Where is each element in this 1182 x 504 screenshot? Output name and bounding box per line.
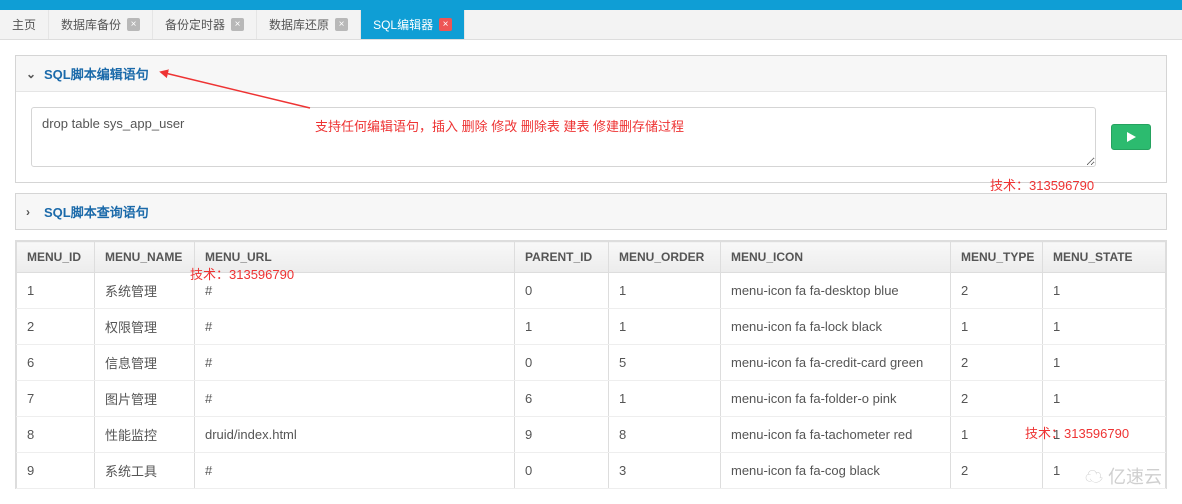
table-cell: # [195, 381, 515, 417]
close-icon[interactable]: × [231, 18, 244, 31]
column-header[interactable]: MENU_ICON [721, 242, 951, 273]
result-table: MENU_IDMENU_NAMEMENU_URLPARENT_IDMENU_OR… [16, 241, 1166, 489]
table-cell: menu-icon fa fa-tachometer red [721, 417, 951, 453]
top-accent-bar [0, 0, 1182, 10]
result-table-wrap: MENU_IDMENU_NAMEMENU_URLPARENT_IDMENU_OR… [15, 240, 1167, 489]
table-cell: 0 [515, 453, 609, 489]
table-row[interactable]: 9系统工具#03menu-icon fa fa-cog black21 [17, 453, 1166, 489]
table-cell: 1 [1043, 417, 1166, 453]
table-row[interactable]: 1系统管理#01menu-icon fa fa-desktop blue21 [17, 273, 1166, 309]
table-cell: 5 [609, 345, 721, 381]
table-cell: 8 [609, 417, 721, 453]
close-icon[interactable]: × [127, 18, 140, 31]
tab-4[interactable]: SQL编辑器 × [361, 10, 465, 39]
table-cell: 8 [17, 417, 95, 453]
table-cell: # [195, 273, 515, 309]
table-cell: 7 [17, 381, 95, 417]
table-cell: 1 [1043, 345, 1166, 381]
table-cell: 2 [951, 345, 1043, 381]
tab-label: 备份定时器 [165, 16, 225, 33]
table-row[interactable]: 2权限管理#11menu-icon fa fa-lock black11 [17, 309, 1166, 345]
table-cell: 0 [515, 273, 609, 309]
play-icon [1125, 131, 1137, 143]
sql-query-panel: › SQL脚本查询语句 [15, 193, 1167, 230]
table-cell: 6 [515, 381, 609, 417]
tab-3[interactable]: 数据库还原 × [257, 10, 361, 39]
table-cell: 权限管理 [95, 309, 195, 345]
table-cell: # [195, 345, 515, 381]
annotation-arrow [80, 63, 330, 123]
table-cell: 1 [951, 309, 1043, 345]
table-row[interactable]: 6信息管理#05menu-icon fa fa-credit-card gree… [17, 345, 1166, 381]
table-cell: 2 [951, 453, 1043, 489]
tab-1[interactable]: 数据库备份 × [49, 10, 153, 39]
table-cell: 1 [609, 273, 721, 309]
table-cell: # [195, 453, 515, 489]
watermark-logo: ☁ 亿速云 [1085, 463, 1162, 489]
table-cell: menu-icon fa fa-folder-o pink [721, 381, 951, 417]
tab-2[interactable]: 备份定时器 × [153, 10, 257, 39]
table-row[interactable]: 7图片管理#61menu-icon fa fa-folder-o pink21 [17, 381, 1166, 417]
table-cell: 2 [951, 273, 1043, 309]
table-body: 1系统管理#01menu-icon fa fa-desktop blue212权… [17, 273, 1166, 489]
column-header[interactable]: MENU_STATE [1043, 242, 1166, 273]
table-row[interactable]: 8性能监控druid/index.html98menu-icon fa fa-t… [17, 417, 1166, 453]
table-cell: 9 [515, 417, 609, 453]
table-cell: druid/index.html [195, 417, 515, 453]
table-cell: 系统管理 [95, 273, 195, 309]
table-cell: 1 [515, 309, 609, 345]
table-cell: menu-icon fa fa-cog black [721, 453, 951, 489]
sql-query-panel-header[interactable]: › SQL脚本查询语句 [16, 194, 1166, 229]
table-cell: 1 [17, 273, 95, 309]
table-cell: 0 [515, 345, 609, 381]
close-icon[interactable]: × [439, 18, 452, 31]
table-cell: 系统工具 [95, 453, 195, 489]
table-cell: 6 [17, 345, 95, 381]
table-header-row: MENU_IDMENU_NAMEMENU_URLPARENT_IDMENU_OR… [17, 242, 1166, 273]
table-cell: # [195, 309, 515, 345]
tab-label: 数据库还原 [269, 16, 329, 33]
tab-bar: 主页 数据库备份 × 备份定时器 × 数据库还原 × SQL编辑器 × [0, 10, 1182, 40]
tab-label: 主页 [12, 16, 36, 33]
chevron-down-icon: ⌄ [26, 67, 36, 81]
table-cell: 1 [1043, 381, 1166, 417]
panel-title: SQL脚本查询语句 [44, 202, 149, 221]
table-cell: menu-icon fa fa-desktop blue [721, 273, 951, 309]
column-header[interactable]: MENU_ID [17, 242, 95, 273]
table-cell: menu-icon fa fa-credit-card green [721, 345, 951, 381]
table-cell: 图片管理 [95, 381, 195, 417]
chevron-right-icon: › [26, 205, 36, 219]
table-cell: menu-icon fa fa-lock black [721, 309, 951, 345]
table-cell: 2 [17, 309, 95, 345]
table-cell: 1 [951, 417, 1043, 453]
table-cell: 3 [609, 453, 721, 489]
column-header[interactable]: PARENT_ID [515, 242, 609, 273]
table-cell: 1 [609, 309, 721, 345]
run-sql-button[interactable] [1111, 124, 1151, 150]
table-cell: 1 [609, 381, 721, 417]
column-header[interactable]: MENU_URL [195, 242, 515, 273]
table-cell: 2 [951, 381, 1043, 417]
column-header[interactable]: MENU_TYPE [951, 242, 1043, 273]
column-header[interactable]: MENU_ORDER [609, 242, 721, 273]
table-cell: 信息管理 [95, 345, 195, 381]
tab-label: SQL编辑器 [373, 16, 433, 33]
table-cell: 1 [1043, 309, 1166, 345]
table-cell: 1 [1043, 273, 1166, 309]
tab-label: 数据库备份 [61, 16, 121, 33]
close-icon[interactable]: × [335, 18, 348, 31]
table-cell: 性能监控 [95, 417, 195, 453]
tab-0[interactable]: 主页 [0, 10, 49, 39]
column-header[interactable]: MENU_NAME [95, 242, 195, 273]
table-cell: 9 [17, 453, 95, 489]
